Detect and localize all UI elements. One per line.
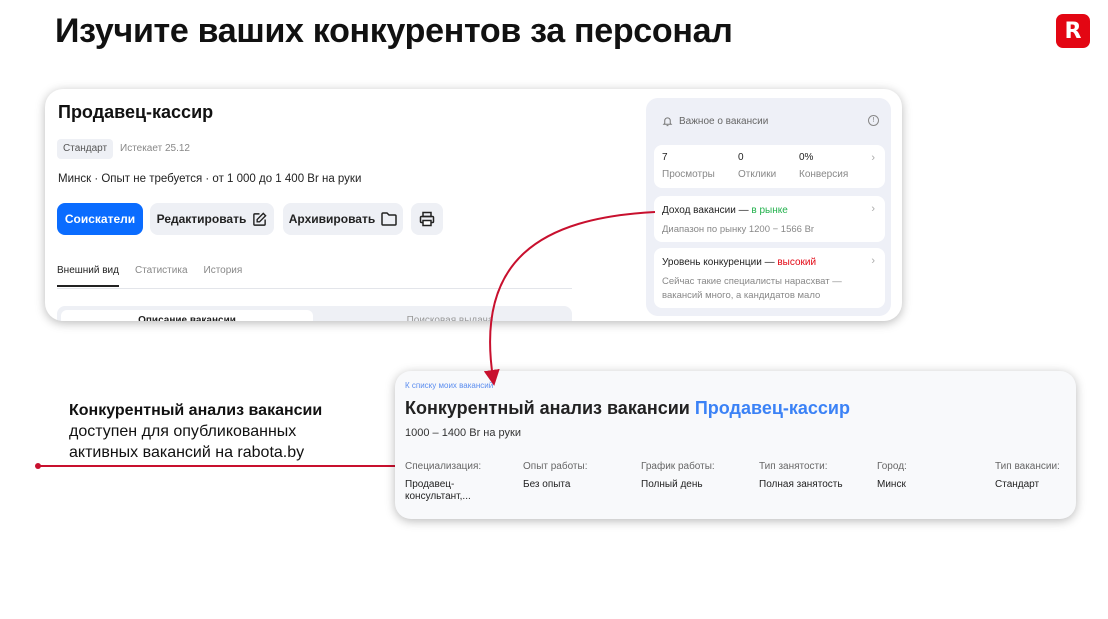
print-button[interactable] (411, 203, 443, 235)
analysis-title: Конкурентный анализ вакансии Продавец-ка… (405, 398, 850, 418)
analysis-salary: 1000 – 1400 Br на руки (405, 427, 521, 439)
stat-conversion: 0% Конверсия (799, 152, 848, 180)
column-city: Город: Минск (877, 461, 907, 490)
stat-views-value: 7 (662, 152, 668, 163)
applicants-button-label: Соискатели (64, 212, 136, 226)
edit-button-label: Редактировать (156, 212, 247, 226)
vacancy-meta: Минск · Опыт не требуется · от 1 000 до … (58, 173, 362, 185)
vacancy-type-badge: Стандарт (57, 139, 114, 159)
stat-responses-label: Отклики (738, 169, 777, 180)
folder-icon (381, 212, 397, 226)
applicants-button[interactable]: Соискатели (57, 203, 143, 235)
stat-responses-value: 0 (738, 152, 744, 163)
tab-appearance[interactable]: Внешний вид (57, 265, 119, 287)
column-specialization: Специализация: Продавец-консультант,... (405, 461, 482, 502)
analysis-vacancy-name: Продавец-кассир (694, 398, 850, 418)
archive-button-label: Архивировать (288, 212, 376, 226)
column-experience: Опыт работы: Без опыта (523, 461, 588, 490)
annotation-line3: активных вакансий на rabota.by (69, 444, 305, 461)
chevron-right-icon: › (871, 255, 875, 267)
stat-conversion-value: 0% (799, 152, 814, 163)
edit-icon (253, 211, 267, 226)
annotation-line2: доступен для опубликованных (69, 423, 297, 440)
income-box[interactable]: Доход вакансии — в рынке Диапазон по рын… (654, 196, 885, 242)
chevron-right-icon: › (871, 203, 875, 215)
annotation-bold: Конкурентный анализ вакансии (69, 402, 323, 419)
competition-box[interactable]: Уровень конкуренции — высокий Сейчас так… (654, 248, 885, 308)
stat-conversion-label: Конверсия (799, 169, 849, 180)
competition-status: высокий (777, 257, 817, 268)
archive-button[interactable]: Архивировать (283, 203, 403, 235)
rabota-logo: R (1056, 14, 1090, 48)
competition-title: Уровень конкуренции — высокий (662, 257, 817, 268)
chevron-right-icon: › (871, 152, 875, 164)
insights-header: Важное о вакансии (662, 116, 768, 127)
column-schedule: График работы: Полный день (641, 461, 715, 490)
edit-button[interactable]: Редактировать (150, 203, 274, 235)
stats-box[interactable]: 7 Просмотры 0 Отклики 0% Конверсия › (654, 145, 885, 188)
pointer-line (39, 465, 405, 467)
competitive-analysis-card: К списку моих вакансий Конкурентный анал… (395, 371, 1076, 519)
competition-description: Сейчас такие специалисты нарасхват — вак… (662, 276, 842, 301)
tab-statistics[interactable]: Статистика (135, 265, 188, 287)
expiry-date: Истекает 25.12 (120, 143, 190, 154)
tab-history[interactable]: История (204, 265, 243, 287)
income-status: в рынке (751, 205, 788, 216)
insights-header-label: Важное о вакансии (679, 116, 769, 127)
back-to-vacancies-link[interactable]: К списку моих вакансий (405, 381, 493, 390)
income-title: Доход вакансии — в рынке (662, 205, 788, 216)
printer-icon (419, 211, 435, 227)
slide-title: Изучите ваших конкурентов за персонал (55, 12, 733, 50)
segment-search-results[interactable]: Поисковая выдача (335, 310, 565, 321)
stat-responses: 0 Отклики (738, 152, 776, 180)
column-vacancy-type: Тип вакансии: Стандарт (995, 461, 1060, 490)
stat-views: 7 Просмотры (662, 152, 715, 180)
annotation-text: Конкурентный анализ вакансии доступен дл… (69, 400, 322, 463)
vacancy-tabs: Внешний вид Статистика История (57, 265, 242, 287)
column-employment-type: Тип занятости: Полная занятость (759, 461, 843, 490)
segment-description[interactable]: Описание вакансии (61, 310, 313, 321)
vacancy-insights-panel: Важное о вакансии ! 7 Просмотры 0 Отклик… (646, 98, 891, 316)
vacancy-card: Продавец-кассир Стандарт Истекает 25.12 … (45, 89, 902, 321)
tabs-divider (57, 288, 572, 289)
stat-views-label: Просмотры (662, 169, 715, 180)
vacancy-title: Продавец-кассир (58, 102, 214, 122)
info-icon[interactable]: ! (868, 115, 879, 126)
income-range: Диапазон по рынку 1200 − 1566 Br (662, 224, 815, 235)
bell-icon (662, 117, 673, 127)
